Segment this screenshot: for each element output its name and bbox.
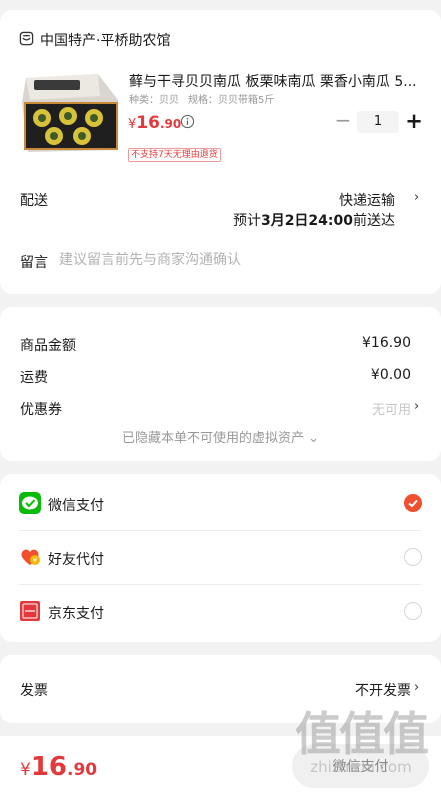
payment-option-friend[interactable]: ¥ 好友代付 [0, 530, 441, 584]
coupon-label: 优惠券 [20, 402, 62, 418]
delivery-label: 配送 [20, 193, 48, 209]
chevron-right-icon[interactable]: › [414, 190, 419, 205]
quantity-increase-button[interactable]: + [404, 111, 424, 133]
invoice-value[interactable]: 不开发票 [355, 680, 411, 700]
svg-text:¥: ¥ [33, 557, 38, 565]
wechat-pay-icon [19, 492, 41, 514]
hidden-assets-toggle[interactable]: 已隐藏本单不可使用的虚拟资产 ⌄ [0, 427, 441, 446]
product-price: ¥16.90 [128, 113, 181, 133]
payment-option-jd[interactable]: 京东支付 [0, 584, 441, 638]
eta-prefix: 预计 [232, 213, 261, 229]
radio-checked-icon[interactable] [404, 494, 422, 512]
total-dec: .90 [67, 760, 98, 780]
shipping-label: 运费 [20, 370, 48, 386]
spec-type: 种类：贝贝 [129, 95, 179, 106]
quantity-input[interactable]: 1 [357, 111, 399, 133]
price-int: 16 [136, 113, 160, 133]
goods-amount-value: ¥16.90 [362, 335, 411, 351]
jd-pay-icon [20, 601, 40, 621]
shipping-value: ¥0.00 [370, 367, 411, 383]
eta-time: 3月2日24:00 [260, 213, 353, 229]
coupon-value[interactable]: 无可用 [372, 399, 411, 418]
payment-label: 京东支付 [48, 606, 104, 622]
eta-suffix: 前送达 [353, 213, 395, 229]
info-icon[interactable] [180, 114, 195, 129]
product-image[interactable] [20, 72, 122, 154]
spec-size: 规格：贝贝带箱5斤 [188, 95, 275, 106]
goods-amount-label: 商品金额 [20, 338, 76, 354]
price-dec: .90 [159, 117, 182, 131]
shop-name[interactable]: 中国特产·平桥助农馆 [40, 30, 170, 50]
invoice-label: 发票 [20, 683, 48, 699]
quantity-decrease-button[interactable]: − [334, 110, 352, 130]
total-price: ¥16.90 [20, 752, 97, 782]
remark-label: 留言 [20, 255, 48, 271]
payment-label: 微信支付 [48, 498, 104, 514]
no-return-badge: 不支持7天无理由退货 [128, 148, 221, 162]
payment-label: 好友代付 [48, 552, 104, 568]
shop-icon [19, 31, 34, 46]
chevron-right-icon[interactable]: › [414, 399, 419, 414]
remark-input[interactable] [59, 252, 389, 268]
total-currency: ¥ [20, 760, 31, 780]
delivery-eta: 预计3月2日24:00前送达 [233, 210, 395, 230]
submit-payment-button[interactable]: 微信支付 [292, 744, 429, 788]
product-spec[interactable]: 种类：贝贝 规格：贝贝带箱5斤 [129, 91, 274, 106]
chevron-right-icon[interactable]: › [414, 680, 419, 695]
product-title[interactable]: 藓与干寻贝贝南瓜 板栗味南瓜 栗香小南瓜 5... [129, 71, 424, 91]
radio-unchecked-icon[interactable] [404, 602, 422, 620]
total-int: 16 [30, 752, 68, 782]
friend-pay-icon: ¥ [21, 549, 40, 565]
radio-unchecked-icon[interactable] [404, 548, 422, 566]
payment-option-wechat[interactable]: 微信支付 [0, 476, 441, 530]
delivery-method[interactable]: 快递运输 [339, 190, 395, 210]
